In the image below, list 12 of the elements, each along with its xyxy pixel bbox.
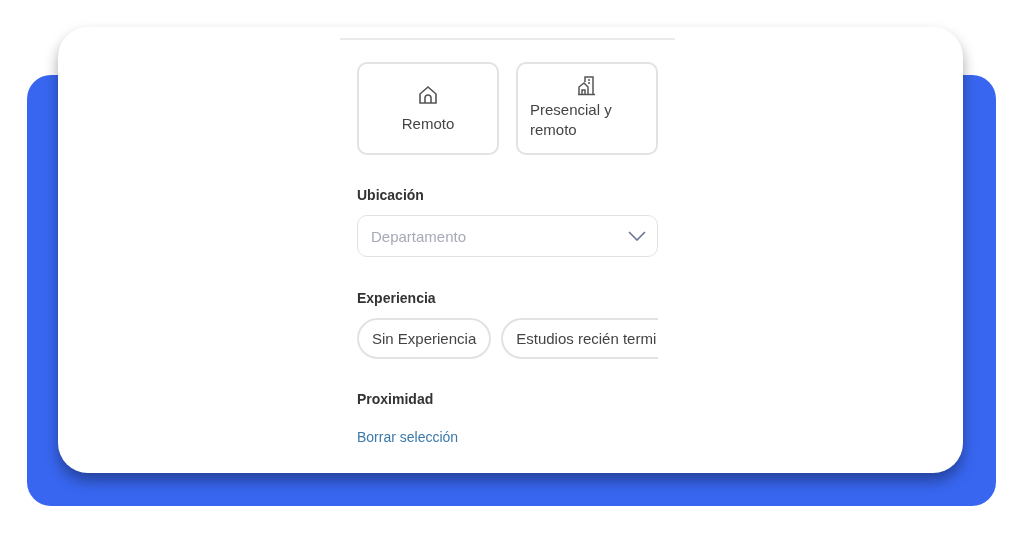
house-icon bbox=[417, 83, 439, 106]
dropdown-field[interactable]: Departamento bbox=[357, 215, 658, 257]
filter-chip[interactable]: Sin Experiencia bbox=[357, 318, 492, 359]
section-title: Ubicación bbox=[357, 187, 425, 203]
option-card[interactable]: Presencial y remoto bbox=[516, 62, 658, 155]
clear-selection-link[interactable]: Borrar selección bbox=[357, 429, 459, 445]
section-title: Experiencia bbox=[357, 290, 437, 306]
filter-chip[interactable]: Estudios recién termi bbox=[501, 318, 658, 359]
section-title: Proximidad bbox=[357, 391, 435, 407]
building-icon bbox=[576, 74, 598, 96]
chevron-down-icon bbox=[628, 231, 646, 241]
option-card[interactable]: Remoto bbox=[357, 62, 499, 155]
